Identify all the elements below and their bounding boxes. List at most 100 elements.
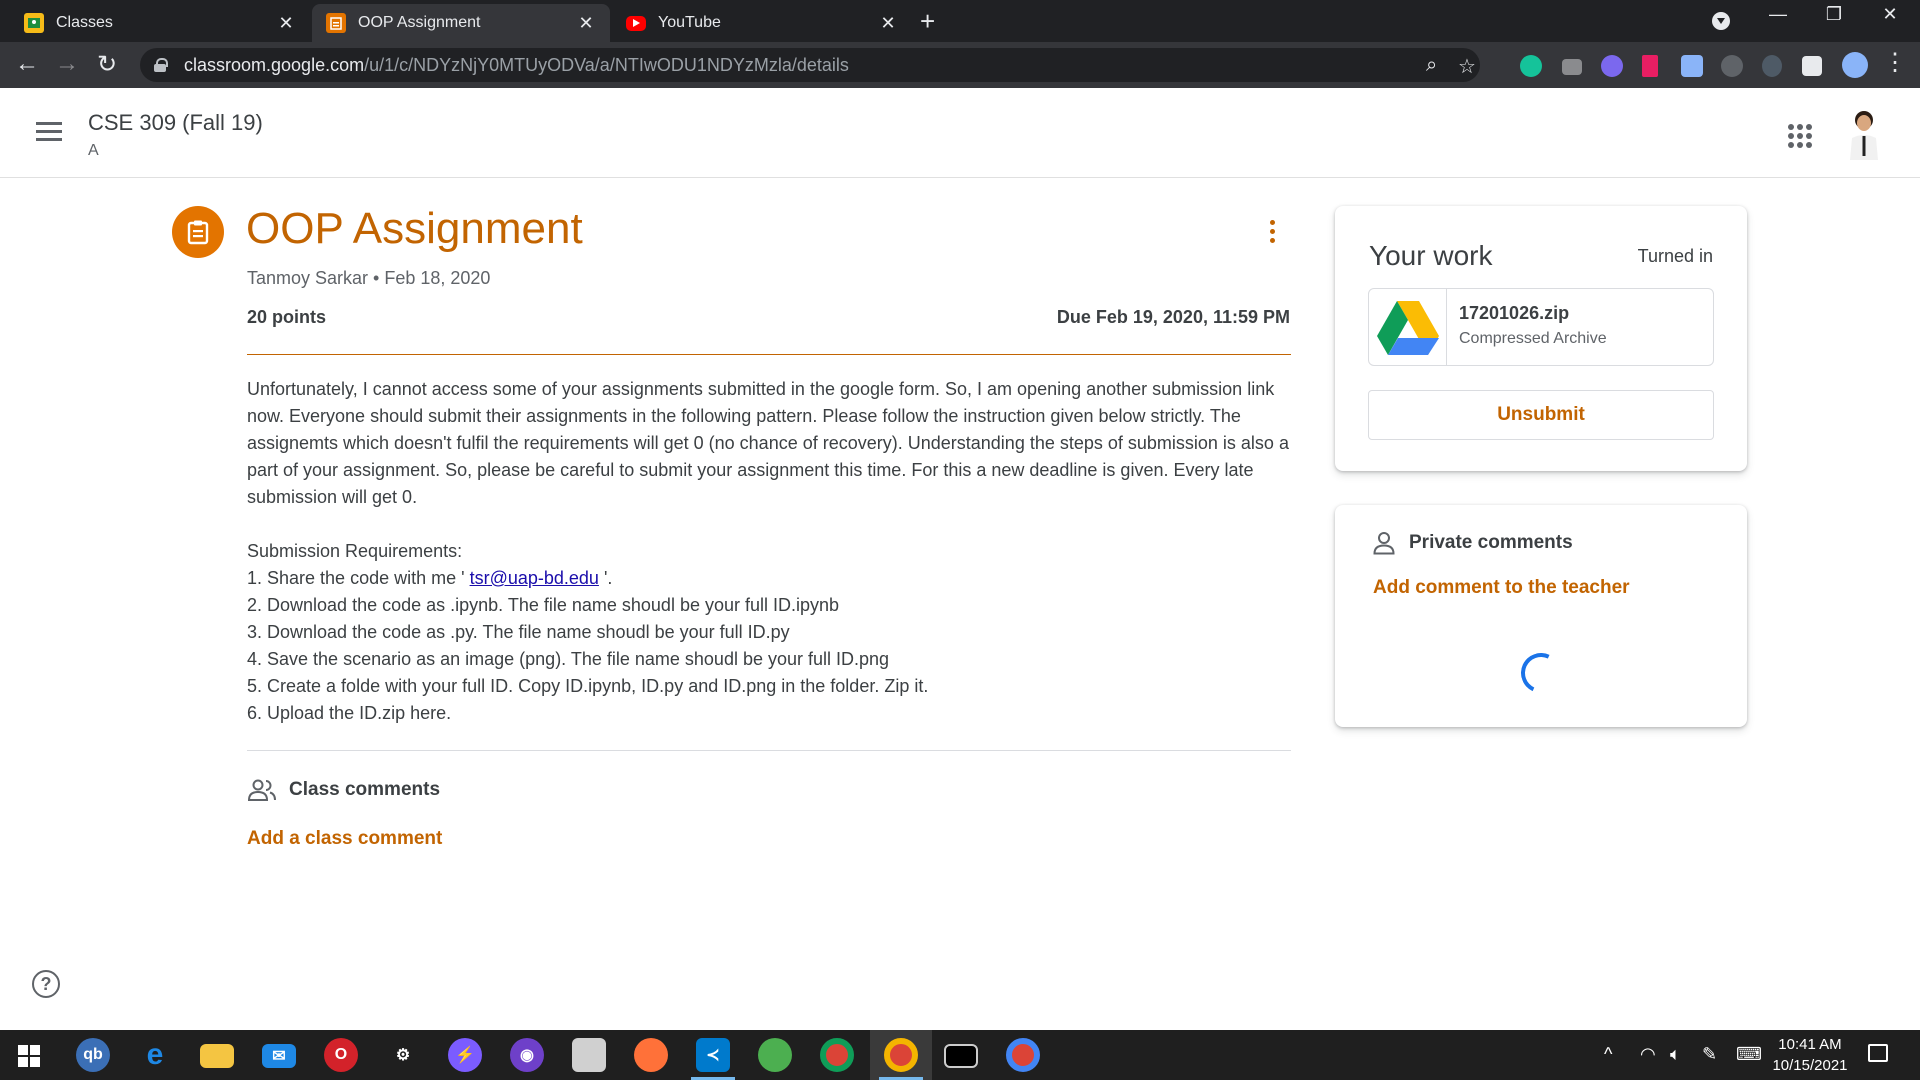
class-comments-label: Class comments xyxy=(289,779,441,800)
clock-date: 10/15/2021 xyxy=(1772,1057,1848,1074)
assignment-favicon-icon xyxy=(326,13,346,33)
close-icon[interactable]: ✕ xyxy=(576,13,596,34)
google-apps-icon[interactable] xyxy=(1788,124,1812,148)
minimize-icon[interactable]: — xyxy=(1758,4,1798,25)
opera-icon[interactable]: O xyxy=(324,1038,358,1072)
restore-icon[interactable]: ❐ xyxy=(1814,4,1854,25)
tab-title: OOP Assignment xyxy=(358,14,481,31)
zoom-icon[interactable]: ⌕ xyxy=(1426,54,1437,77)
email-link[interactable]: tsr@uap-bd.edu xyxy=(470,568,599,588)
due-date: Due Feb 19, 2020, 11:59 PM xyxy=(1056,307,1290,327)
firefox-icon[interactable] xyxy=(634,1038,668,1072)
forward-icon[interactable]: → xyxy=(52,50,82,78)
messenger-icon[interactable]: ⚡ xyxy=(448,1038,482,1072)
requirement-item: 4. Save the scenario as an image (png). … xyxy=(247,649,890,669)
loading-spinner-icon xyxy=(1515,647,1567,699)
tab-title: YouTube xyxy=(658,14,721,31)
requirement-item: 2. Download the code as .ipynb. The file… xyxy=(247,595,840,615)
chrome-icon[interactable] xyxy=(884,1038,918,1072)
file-name: 17201026.zip xyxy=(1459,303,1570,323)
requirement-item: 6. Upload the ID.zip here. xyxy=(247,703,452,723)
help-icon[interactable]: ? xyxy=(32,970,60,998)
chevron-up-icon[interactable]: ^ xyxy=(1604,1044,1612,1065)
class-name[interactable]: CSE 309 (Fall 19) xyxy=(88,110,263,136)
window-close-icon[interactable]: ✕ xyxy=(1870,4,1910,25)
reload-icon[interactable]: ↻ xyxy=(92,50,122,79)
chrome-icon[interactable] xyxy=(1006,1038,1040,1072)
divider xyxy=(247,750,1291,751)
url-host: classroom.google.com xyxy=(184,54,365,75)
windows-start-icon[interactable] xyxy=(18,1045,40,1067)
private-comments-label: Private comments xyxy=(1409,532,1573,553)
private-comments-card: Private comments Add comment to the teac… xyxy=(1335,505,1747,727)
github-icon[interactable]: ◉ xyxy=(510,1038,544,1072)
assignment-description: Unfortunately, I cannot access some of y… xyxy=(247,376,1291,727)
add-class-comment-link[interactable]: Add a class comment xyxy=(247,828,442,850)
tab-classes[interactable]: Classes ✕ xyxy=(10,4,310,42)
unsubmit-button[interactable]: Unsubmit xyxy=(1368,390,1714,440)
chrome-icon[interactable] xyxy=(820,1038,854,1072)
author-date: Tanmoy Sarkar • Feb 18, 2020 xyxy=(247,268,491,288)
classroom-header: CSE 309 (Fall 19) A xyxy=(0,88,1920,178)
tab-search-icon[interactable] xyxy=(1712,12,1730,30)
pen-icon[interactable] xyxy=(1762,55,1782,77)
your-work-card: Your work Turned in 17201026.zip Compres… xyxy=(1335,206,1747,471)
close-icon[interactable]: ✕ xyxy=(878,13,898,34)
youtube-favicon-icon xyxy=(626,15,646,31)
more-options-icon[interactable] xyxy=(1270,220,1276,247)
status-badge: Turned in xyxy=(1637,246,1713,266)
bookmark-star-icon[interactable]: ☆ xyxy=(1458,54,1476,79)
address-toolbar: ← → ↻ classroom.google.com/u/1/c/NDYzNjY… xyxy=(0,42,1920,88)
edge-icon[interactable]: e xyxy=(138,1038,172,1072)
network-icon[interactable]: ◠ xyxy=(1640,1044,1656,1065)
page-title: OOP Assignment xyxy=(246,204,583,253)
extension-icon[interactable] xyxy=(1601,55,1623,77)
private-comments-heading: Private comments xyxy=(1373,531,1573,555)
description-text: Unfortunately, I cannot access some of y… xyxy=(247,379,1289,507)
vscode-icon[interactable]: ≺ xyxy=(696,1038,730,1072)
extension-icon[interactable] xyxy=(1721,55,1743,77)
qbittorrent-icon[interactable]: qb xyxy=(76,1038,110,1072)
app-icon[interactable] xyxy=(758,1038,792,1072)
points: 20 points xyxy=(247,307,327,327)
add-private-comment-link[interactable]: Add comment to the teacher xyxy=(1373,577,1630,599)
divider xyxy=(247,354,1291,355)
volume-icon[interactable]: 🔈︎ xyxy=(1670,1044,1681,1065)
close-icon[interactable]: ✕ xyxy=(276,13,296,34)
system-clock[interactable]: 10:41 AM 10/15/2021 xyxy=(1770,1034,1850,1076)
requirement-item: 1. Share the code with me ' tsr@uap-bd.e… xyxy=(247,568,613,588)
back-icon[interactable]: ← xyxy=(12,50,42,78)
tab-oop-assignment[interactable]: OOP Assignment ✕ xyxy=(312,4,610,42)
app-icon[interactable] xyxy=(572,1038,606,1072)
camera-icon[interactable] xyxy=(1562,59,1582,75)
requirement-item: 5. Create a folde with your full ID. Cop… xyxy=(247,676,929,696)
keyboard-icon[interactable]: ⌨ xyxy=(1736,1044,1762,1065)
play-extension-icon[interactable] xyxy=(1642,55,1658,77)
puzzle-icon[interactable] xyxy=(1802,56,1822,76)
terminal-icon[interactable] xyxy=(944,1044,978,1068)
clock-time: 10:41 AM xyxy=(1778,1036,1842,1053)
address-bar[interactable]: classroom.google.com/u/1/c/NDYzNjY0MTUyO… xyxy=(140,48,1480,82)
app-icon[interactable]: ⚙ xyxy=(386,1038,420,1072)
attachment-file[interactable]: 17201026.zip Compressed Archive xyxy=(1368,288,1714,366)
menu-dots-icon[interactable]: ⋮ xyxy=(1880,48,1910,77)
grammarly-icon[interactable] xyxy=(1520,55,1542,77)
pen-workspace-icon[interactable]: ✎ xyxy=(1702,1044,1717,1065)
new-tab-button[interactable]: + xyxy=(920,6,935,37)
tab-youtube[interactable]: YouTube ✕ xyxy=(612,4,912,42)
tab-title: Classes xyxy=(56,14,113,31)
assignment-icon xyxy=(172,206,224,258)
google-drive-icon xyxy=(1369,289,1447,365)
hamburger-menu-icon[interactable] xyxy=(36,122,62,146)
download-icon[interactable] xyxy=(1681,55,1703,77)
avatar[interactable] xyxy=(1842,108,1886,160)
lock-icon xyxy=(154,58,168,72)
file-explorer-icon[interactable] xyxy=(200,1044,234,1068)
people-icon xyxy=(247,779,276,801)
person-icon xyxy=(1373,532,1395,555)
notification-icon[interactable] xyxy=(1868,1044,1888,1062)
profile-avatar-icon[interactable] xyxy=(1842,52,1868,78)
class-comments-heading: Class comments xyxy=(247,778,440,802)
classroom-favicon-icon xyxy=(24,13,44,33)
mail-icon[interactable]: ✉ xyxy=(262,1044,296,1068)
